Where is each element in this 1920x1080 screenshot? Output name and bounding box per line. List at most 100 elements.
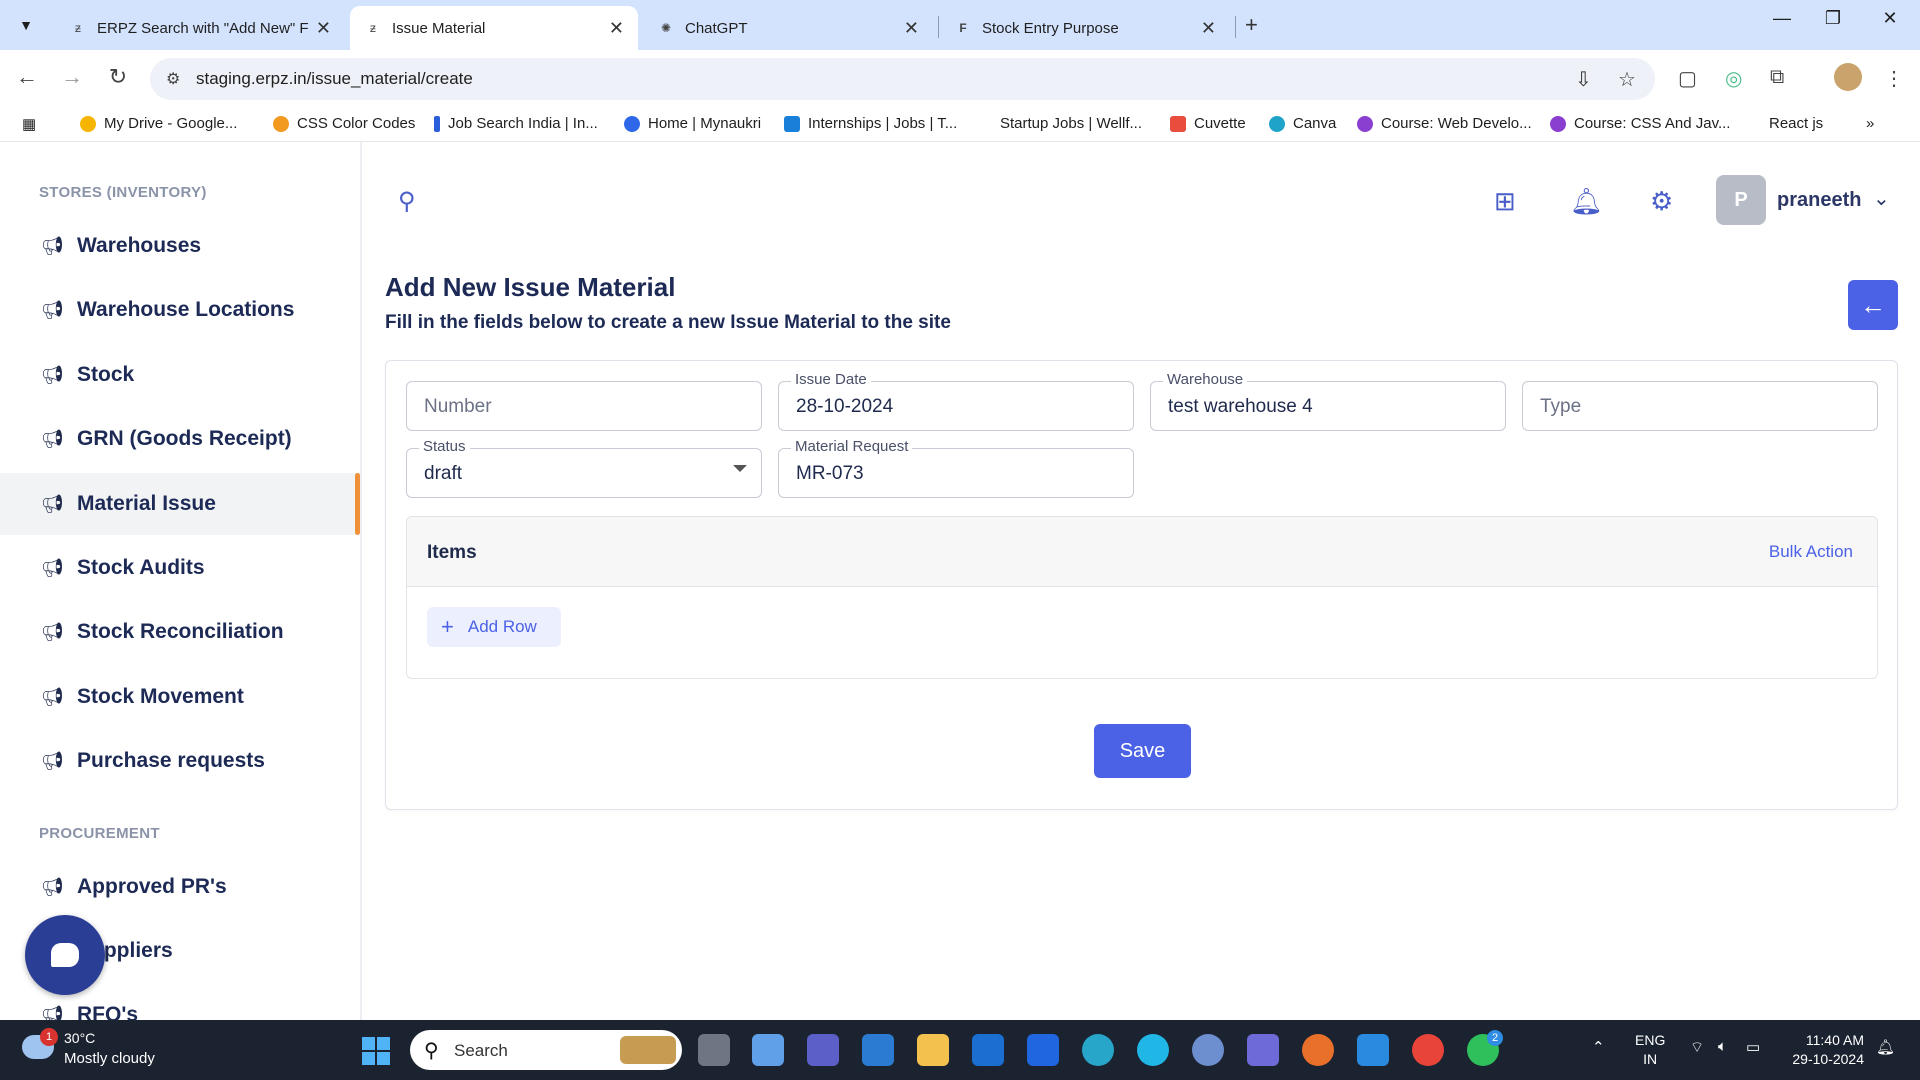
battery-icon[interactable]: ▭ [1746,1038,1760,1056]
bookmark-item[interactable]: Home | Mynaukri [624,115,761,132]
video-app-icon[interactable] [1247,1034,1279,1066]
weather-temp[interactable]: 30°C [64,1030,95,1046]
sidebar-item-material-issue[interactable]: 📢︎ Material Issue [0,473,360,535]
taskbar-search[interactable]: ⚲ Search [410,1030,682,1070]
extension-icon[interactable]: ◎ [1725,66,1742,91]
edge-icon[interactable] [1082,1034,1114,1066]
bookmark-item[interactable]: Course: CSS And Jav... [1550,115,1730,132]
wifi-icon[interactable]: ⌔ [1690,1038,1704,1057]
sidebar-item-grn[interactable]: 📢︎ GRN (Goods Receipt) [0,408,360,470]
r-app-icon[interactable] [1192,1034,1224,1066]
chrome-icon[interactable] [1412,1034,1444,1066]
windows-start-icon[interactable] [362,1037,390,1065]
language-indicator[interactable]: ENG IN [1635,1031,1665,1069]
tab-stock-entry[interactable]: F Stock Entry Purpose ✕ [940,6,1230,50]
apps-grid-icon[interactable]: ▦ [22,115,36,133]
chat-widget-button[interactable] [25,915,105,995]
type-field[interactable]: Type [1522,381,1878,431]
file-explorer-icon[interactable] [917,1034,949,1066]
sidebar-item-label: Stock Reconciliation [77,620,284,643]
weather-condition[interactable]: Mostly cloudy [64,1050,155,1067]
new-tab-icon[interactable]: + [1245,12,1258,38]
kebab-menu-icon[interactable]: ⋮ [1884,66,1904,91]
add-row-button[interactable]: + Add Row [427,607,561,647]
close-icon[interactable]: ✕ [904,18,919,39]
site-info-icon[interactable]: ⚙ [166,69,180,89]
bookmark-item[interactable]: Cuvette [1170,115,1246,132]
sidebar-item-label: Stock Audits [77,556,205,579]
number-field[interactable]: Number [406,381,762,431]
firefox-icon[interactable] [1302,1034,1334,1066]
status-select[interactable]: Status draft [406,438,762,498]
bookmark-item[interactable]: Course: Web Develo... [1357,115,1532,132]
tab-issue-material[interactable]: ƶ Issue Material ✕ [350,6,638,50]
url-text[interactable]: staging.erpz.in/issue_material/create [196,69,473,89]
back-icon[interactable]: ← [12,64,42,90]
notification-bell-icon[interactable]: 🔔︎ [1570,186,1603,217]
outlook-icon[interactable] [972,1034,1004,1066]
profile-avatar[interactable] [1834,63,1862,91]
bookmark-star-icon[interactable]: ☆ [1618,67,1636,92]
chevron-up-icon[interactable]: ⌃ [1592,1038,1605,1056]
settings-gear-icon[interactable]: ⚙ [1650,186,1673,217]
lang-code: ENG [1635,1032,1666,1048]
bookmark-item[interactable]: CSS Color Codes [273,115,415,132]
volume-icon[interactable]: 🔈︎ [1718,1038,1727,1055]
close-icon[interactable]: ✕ [316,18,331,39]
puzzle-icon[interactable]: ⧉ [1770,66,1784,89]
bulk-action-button[interactable]: Bulk Action [1769,542,1853,562]
user-name[interactable]: praneeth [1777,189,1861,212]
sidebar-item-stock-movement[interactable]: 📢︎ Stock Movement [0,666,360,728]
bookmark-item[interactable]: My Drive - Google... [80,115,237,132]
material-request-field[interactable]: Material Request MR-073 [778,438,1134,498]
region-code: IN [1643,1051,1658,1067]
org-chart-icon[interactable]: ⊞ [1494,186,1516,217]
clock[interactable]: 11:40 AM 29-10-2024 [1780,1031,1864,1069]
sidebar-item-stock[interactable]: 📢︎ Stock [0,344,360,406]
bookmark-item[interactable]: Canva [1269,115,1336,132]
back-button[interactable]: ← [1848,280,1898,330]
tab-erpz-search[interactable]: ƶ ERPZ Search with "Add New" Fu ✕ [55,6,345,50]
erpz-icon: ƶ [75,21,81,35]
chevron-down-icon[interactable]: ⌄ [1873,186,1890,211]
sidebar-item-stock-reconciliation[interactable]: 📢︎ Stock Reconciliation [0,601,360,663]
vscode-icon[interactable] [1357,1034,1389,1066]
forward-icon[interactable]: → [57,64,87,90]
bookmark-item[interactable]: React js [1769,115,1823,132]
bookmark-item[interactable]: Startup Jobs | Wellf... [980,115,1142,132]
sidebar-item-warehouses[interactable]: 📢︎ Warehouses [0,215,360,277]
close-icon[interactable]: ✕ [609,18,624,39]
install-icon[interactable]: ⇩ [1575,67,1592,92]
bookmark-item[interactable]: Internships | Jobs | T... [784,115,957,132]
minimize-icon[interactable]: — [1762,8,1802,29]
search-icon[interactable]: ⚲ [398,187,416,216]
dropbox-icon[interactable] [1027,1034,1059,1066]
save-button[interactable]: Save [1094,724,1191,778]
sidebar-item-stock-audits[interactable]: 📢︎ Stock Audits [0,537,360,599]
extension-icon[interactable]: ▢ [1678,66,1697,91]
bookmark-label: Job Search India | In... [448,115,598,132]
task-view-icon[interactable] [698,1034,730,1066]
reload-icon[interactable]: ↻ [103,64,133,90]
sidebar-item-approved-prs[interactable]: 📢︎ Approved PR's [0,856,360,918]
close-icon[interactable]: ✕ [1201,18,1216,39]
teams-icon[interactable] [807,1034,839,1066]
browser-toolbar: ← → ↻ ⚙ staging.erpz.in/issue_material/c… [0,50,1920,108]
warehouse-field[interactable]: Warehouse test warehouse 4 [1150,371,1506,431]
window-close-icon[interactable]: ✕ [1870,8,1910,29]
avatar[interactable]: P [1716,175,1766,225]
bookmark-item[interactable]: Job Search India | In... [434,115,598,132]
more-bookmarks-icon[interactable]: » [1866,115,1874,132]
sidebar-item-purchase-requests[interactable]: 📢︎ Purchase requests [0,730,360,792]
alexa-icon[interactable] [1137,1034,1169,1066]
sidebar-item-warehouse-locations[interactable]: 📢︎ Warehouse Locations [0,279,360,341]
mvhp-icon[interactable] [862,1034,894,1066]
tab-search-button[interactable]: ▼ [10,9,42,41]
bookmark-label: My Drive - Google... [104,115,238,132]
copilot-icon[interactable] [752,1034,784,1066]
notification-bell-icon[interactable]: 🔔︎ [1876,1038,1895,1056]
tab-chatgpt[interactable]: ✺ ChatGPT ✕ [643,6,933,50]
restore-icon[interactable]: ❐ [1813,8,1853,29]
issue-date-field[interactable]: Issue Date 28-10-2024 [778,371,1134,431]
address-bar[interactable]: ⚙ staging.erpz.in/issue_material/create … [150,58,1655,100]
